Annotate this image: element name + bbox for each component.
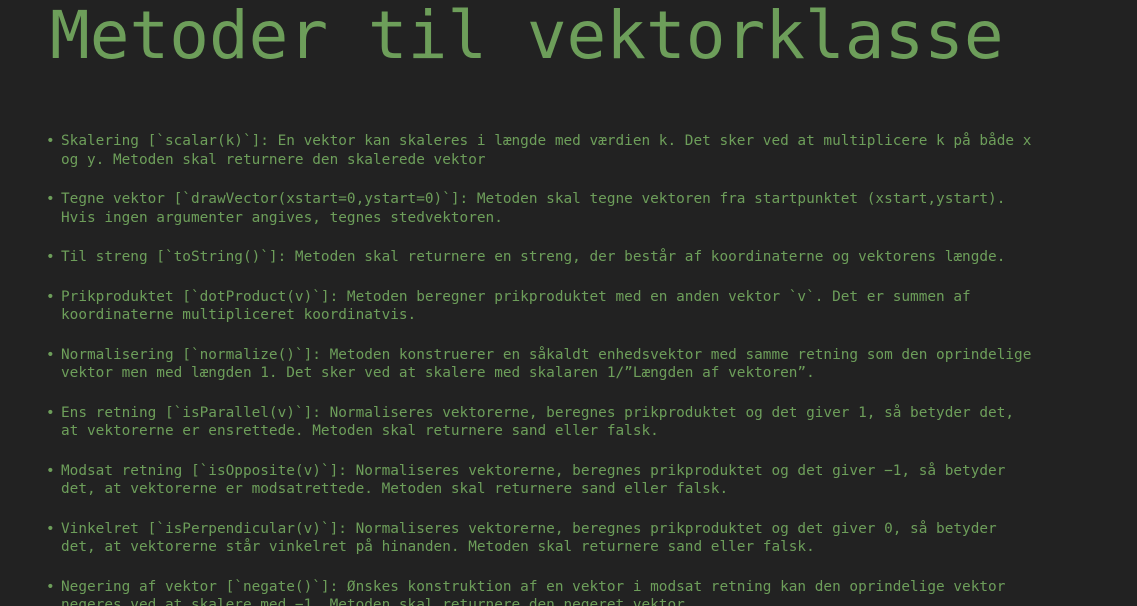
bullet-dot: • <box>46 133 55 149</box>
bullet-text-line: det, at vektorerne er modsatrettede. Met… <box>61 481 729 497</box>
bullet-text-line: at vektorerne er ensrettede. Metoden ska… <box>61 423 659 439</box>
bullet-text-line: det, at vektorerne står vinkelret på hin… <box>61 539 815 555</box>
bullet-dot: • <box>46 288 55 305</box>
bullet-dot: • <box>46 578 55 595</box>
bullet-item-to-string: • Til streng [`toString()`]: Metoden ska… <box>46 248 1137 267</box>
bullet-text-line: vektor men med længden 1. Det sker ved a… <box>61 365 815 381</box>
bullet-text-line: og y. Metoden skal returnere den skalere… <box>61 151 486 168</box>
bullet-item-negate: • Negering af vektor [`negate()`]: Ønske… <box>46 578 1137 606</box>
bullet-dot: • <box>46 520 55 537</box>
bullet-text-line: Negering af vektor [`negate()`]: Ønskes … <box>61 578 1006 595</box>
bullet-dot: • <box>46 404 55 421</box>
bullet-item-scalar: • Skalering [`scalar(k)`]: En vektor kan… <box>46 132 1137 169</box>
slide: Metoder til vektorklasse • Skalering [`s… <box>0 0 1137 606</box>
bullet-item-is-opposite: • Modsat retning [`isOpposite(v)`]: Norm… <box>46 462 1137 499</box>
bullet-text-line: Til streng [`toString()`]: Metoden skal … <box>61 249 1006 265</box>
bullet-text-line: Tegne vektor [`drawVector(xstart=0,ystar… <box>61 191 1006 207</box>
bullet-dot: • <box>46 191 55 207</box>
bullet-text-line: Hvis ingen argumenter angives, tegnes st… <box>61 209 503 226</box>
bullet-text-line: Skalering [`scalar(k)`]: En vektor kan s… <box>61 133 1032 149</box>
bullet-item-is-perpendicular: • Vinkelret [`isPerpendicular(v)`]: Norm… <box>46 520 1137 557</box>
bullet-item-normalize: • Normalisering [`normalize()`]: Metoden… <box>46 346 1137 383</box>
bullet-text-line: negeres ved at skalere med −1. Metoden s… <box>61 597 694 606</box>
bullet-item-is-parallel: • Ens retning [`isParallel(v)`]: Normali… <box>46 404 1137 441</box>
bullet-text-line: koordinaterne multipliceret koordinatvis… <box>61 307 417 323</box>
bullet-text-line: Ens retning [`isParallel(v)`]: Normalise… <box>61 404 1015 421</box>
slide-title: Metoder til vektorklasse <box>50 0 1004 74</box>
bullet-list: • Skalering [`scalar(k)`]: En vektor kan… <box>46 132 1137 606</box>
bullet-text-line: Modsat retning [`isOpposite(v)`]: Normal… <box>61 462 1006 479</box>
bullet-text-line: Normalisering [`normalize()`]: Metoden k… <box>61 346 1032 363</box>
bullet-item-draw-vector: • Tegne vektor [`drawVector(xstart=0,yst… <box>46 190 1137 227</box>
bullet-dot: • <box>46 462 55 479</box>
bullet-dot: • <box>46 249 55 265</box>
bullet-text-line: Prikproduktet [`dotProduct(v)`]: Metoden… <box>61 288 971 305</box>
bullet-text-line: Vinkelret [`isPerpendicular(v)`]: Normal… <box>61 520 997 537</box>
bullet-dot: • <box>46 346 55 363</box>
bullet-item-dot-product: • Prikproduktet [`dotProduct(v)`]: Metod… <box>46 288 1137 325</box>
